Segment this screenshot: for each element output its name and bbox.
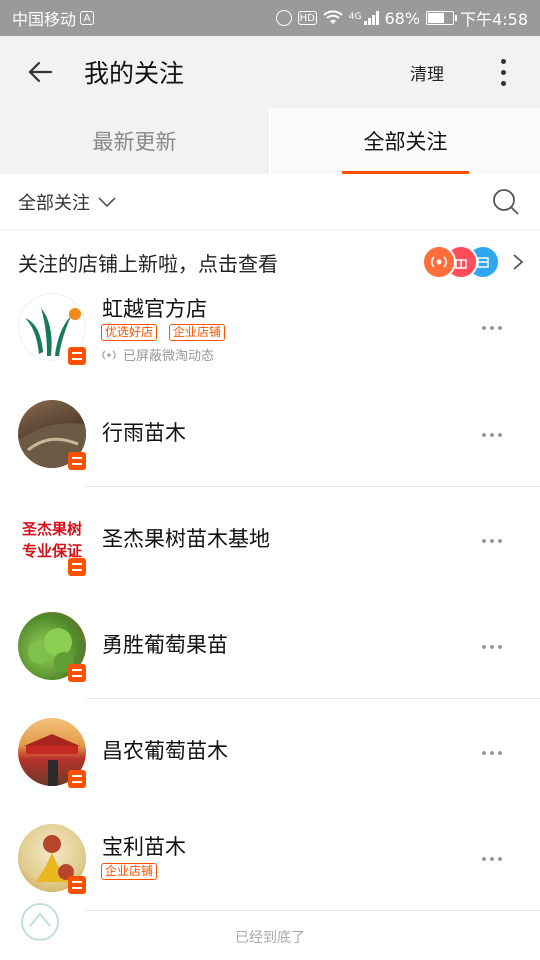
shop-tags: 优选好店 企业店铺	[101, 324, 226, 341]
row-more-button[interactable]	[482, 642, 502, 652]
shop-tag: 企业店铺	[169, 324, 226, 341]
page-title: 我的关注	[84, 59, 185, 88]
list-item[interactable]: 行雨苗木	[0, 381, 540, 487]
row-more-button[interactable]	[482, 323, 502, 333]
row-more-button[interactable]	[482, 536, 502, 546]
shop-badge-icon	[68, 452, 86, 470]
broadcast-icon	[422, 245, 456, 279]
list-item[interactable]: 勇胜葡萄果苗	[0, 593, 540, 699]
tab-all-following[interactable]: 全部关注	[271, 108, 540, 174]
row-more-button[interactable]	[482, 854, 502, 864]
shop-badge-icon	[68, 347, 86, 365]
battery-icon	[426, 11, 458, 25]
new-arrivals-banner[interactable]: 关注的店铺上新啦，点击查看	[0, 231, 540, 293]
row-more-button[interactable]	[482, 430, 502, 440]
clear-button[interactable]: 清理	[410, 60, 444, 85]
list-item[interactable]: 昌农葡萄苗木	[0, 699, 540, 805]
list-item[interactable]: 圣杰果树 专业保证 圣杰果树苗木基地	[0, 487, 540, 593]
shop-badge-icon	[68, 876, 86, 894]
shop-badge-icon	[68, 664, 86, 682]
shop-name: 虹越官方店	[102, 297, 207, 321]
filter-label: 全部关注	[18, 192, 90, 214]
filter-dropdown[interactable]: 全部关注	[18, 189, 116, 215]
network-type: 4G	[348, 12, 362, 22]
shop-tag: 企业店铺	[101, 863, 158, 880]
shop-tags: 企业店铺	[101, 863, 158, 880]
avatar-text: 圣杰果树	[21, 520, 82, 538]
row-more-button[interactable]	[482, 748, 502, 758]
shop-name: 行雨苗木	[102, 421, 186, 445]
list-item[interactable]: 虹越官方店 优选好店 企业店铺 已屏蔽微淘动态	[0, 293, 540, 381]
broadcast-muted-icon	[102, 349, 116, 360]
shop-name: 圣杰果树苗木基地	[102, 527, 270, 551]
shop-name: 宝利苗木	[102, 835, 186, 859]
tab-bar: 最新更新 全部关注	[0, 108, 540, 174]
chevron-right-icon	[513, 254, 524, 270]
hd-icon: HD	[297, 11, 317, 25]
list-end-text: 已经到底了	[235, 930, 305, 946]
shop-tag: 优选好店	[101, 324, 158, 341]
muted-notice: 已屏蔽微淘动态	[101, 345, 214, 364]
wifi-icon	[323, 10, 343, 24]
search-icon[interactable]	[492, 188, 520, 216]
more-options-button[interactable]	[488, 52, 518, 92]
carrier-badge-icon: A	[80, 11, 95, 25]
list-item[interactable]: 宝利苗木 企业店铺	[0, 805, 540, 911]
more-vertical-icon	[500, 58, 506, 64]
shop-name: 昌农葡萄苗木	[102, 739, 228, 763]
shop-name: 勇胜葡萄果苗	[102, 633, 228, 657]
banner-text: 关注的店铺上新啦，点击查看	[18, 251, 278, 276]
signal-icon	[363, 11, 379, 25]
muted-text: 已屏蔽微淘动态	[123, 349, 215, 364]
status-bar: 中国移动 A HD 4G 68% 下午4:58	[0, 0, 540, 36]
battery-percent: 68%	[384, 8, 421, 28]
back-arrow-icon	[28, 61, 53, 83]
followed-shops-list: 虹越官方店 优选好店 企业店铺 已屏蔽微淘动态 行雨苗木 圣杰果树 专业保证 圣…	[0, 293, 540, 911]
nfc-icon	[275, 10, 292, 26]
row-divider	[86, 910, 540, 911]
shop-badge-icon	[68, 558, 86, 576]
app-header: 我的关注 清理	[0, 36, 540, 108]
tab-latest-updates[interactable]: 最新更新	[0, 108, 269, 174]
back-button[interactable]	[0, 36, 80, 108]
chevron-down-icon	[98, 196, 116, 207]
clock: 下午4:58	[460, 10, 528, 29]
shop-badge-icon	[68, 770, 86, 788]
carrier-name: 中国移动	[12, 10, 77, 29]
filter-row: 全部关注	[0, 174, 540, 230]
